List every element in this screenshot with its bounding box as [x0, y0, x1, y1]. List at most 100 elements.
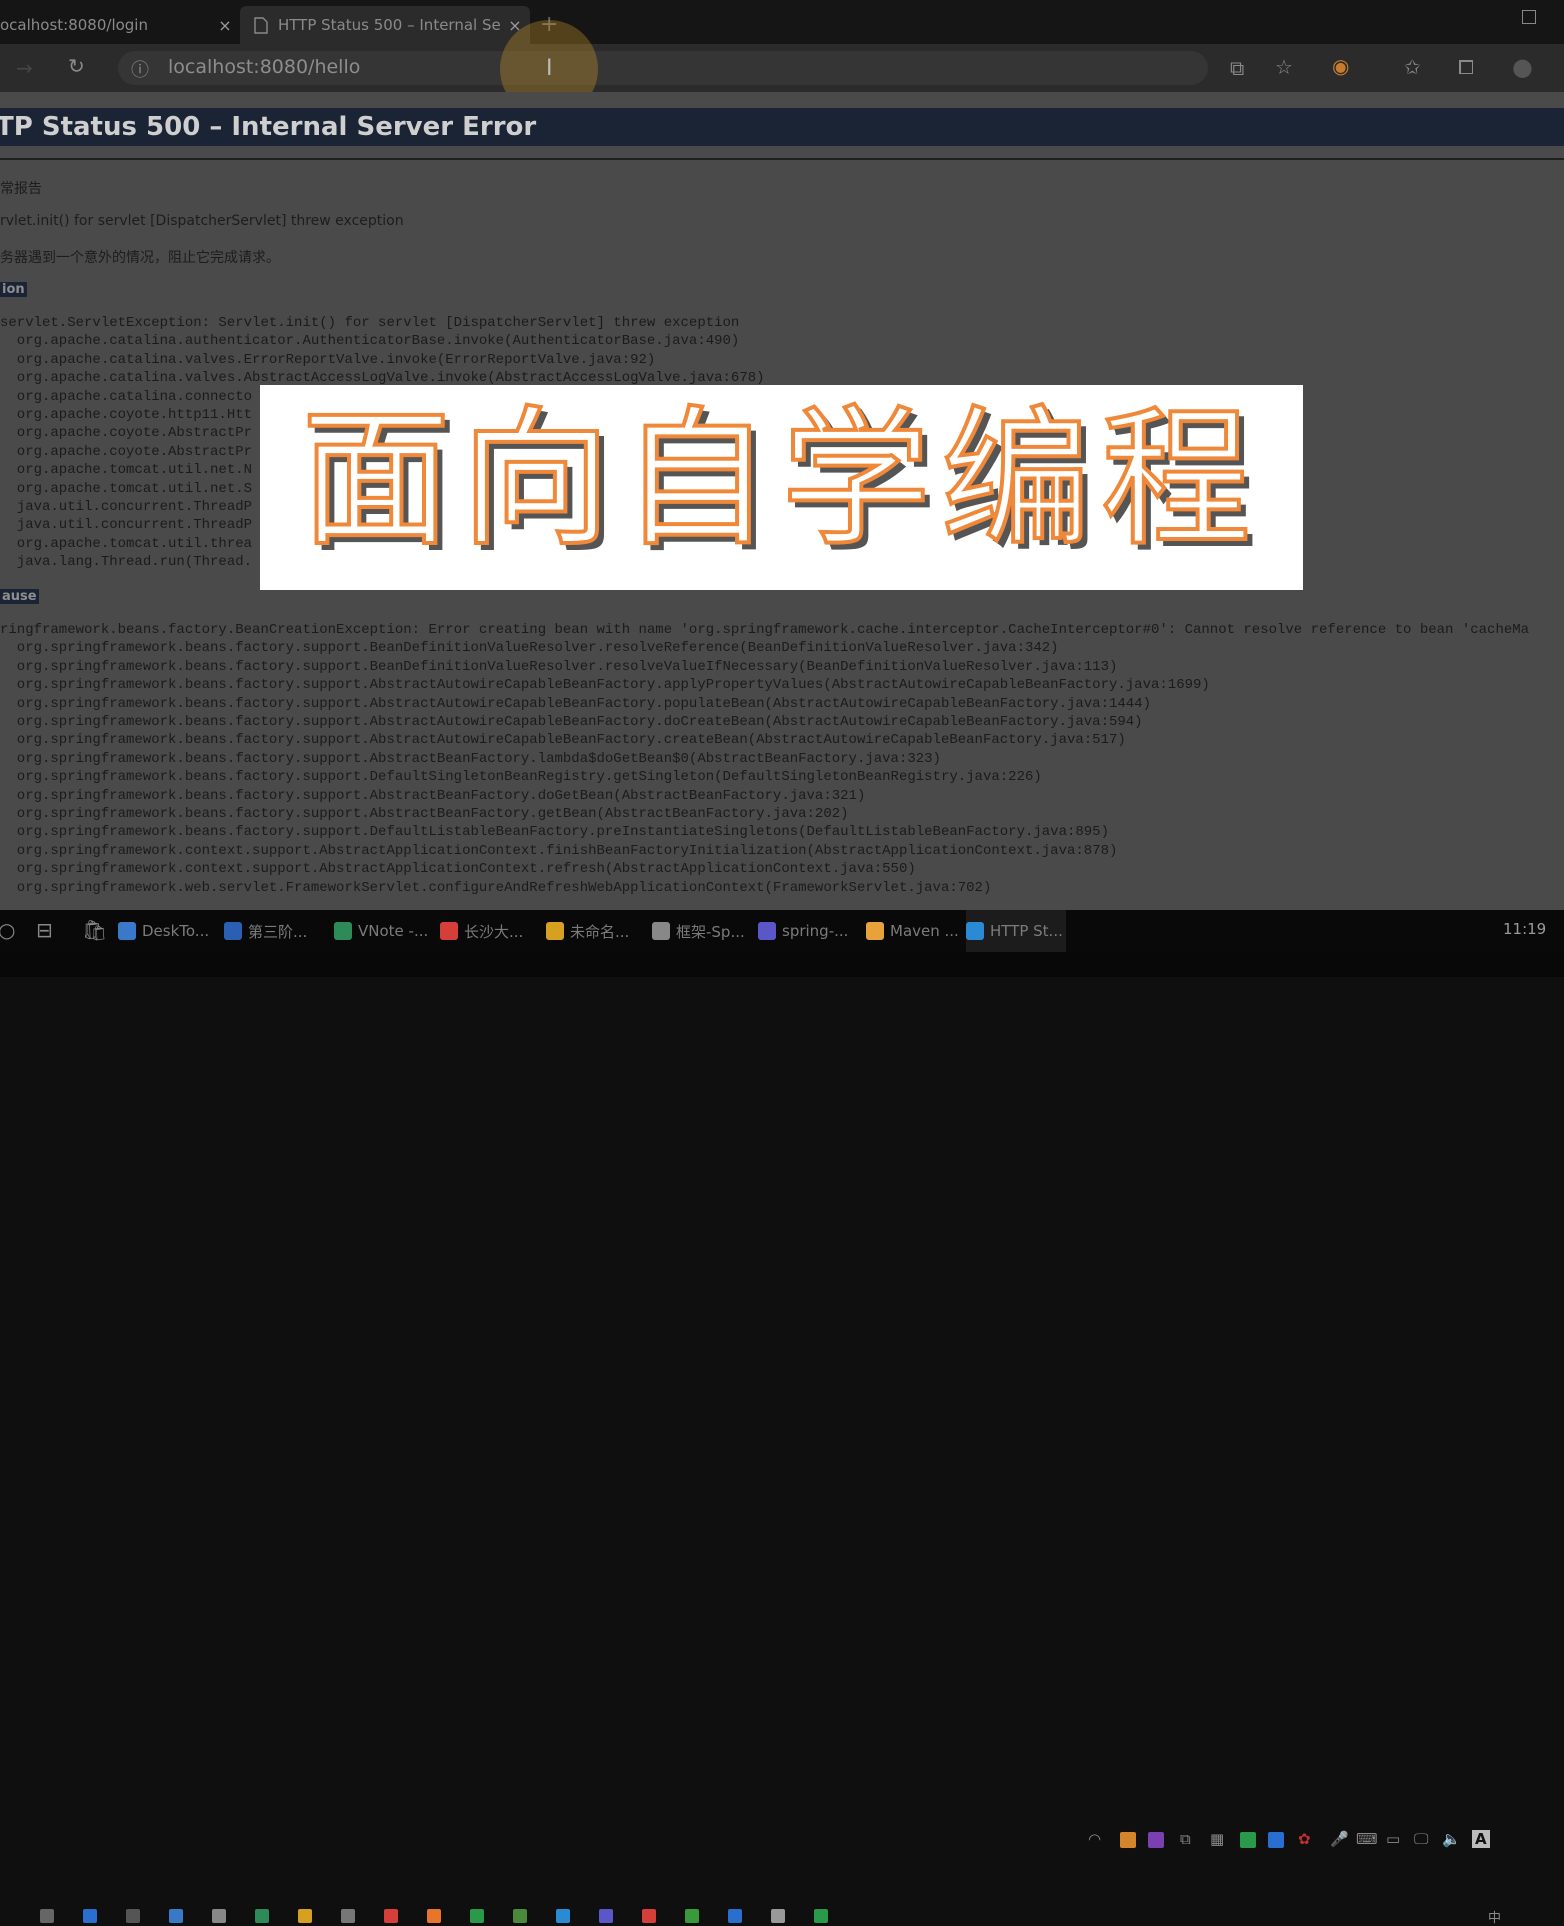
pinned-app-icon[interactable] [255, 1909, 269, 1923]
taskbar-item[interactable]: 框架-Sp... [652, 910, 752, 952]
tray-app-icon[interactable] [1120, 1832, 1136, 1848]
close-tab-icon[interactable]: × [210, 16, 240, 35]
trace-line: org.apache.catalina.authenticator.Authen… [0, 333, 740, 350]
pinned-app-icon[interactable] [384, 1909, 398, 1923]
profile-icon[interactable]: ● [1512, 53, 1533, 81]
keyboard-icon[interactable]: ⌨ [1356, 1830, 1378, 1848]
svg-text:面向自学编程: 面向自学编程 [301, 393, 1261, 567]
trace-line: org.springframework.beans.factory.suppor… [0, 640, 1059, 657]
pinned-app-icon[interactable] [427, 1909, 441, 1923]
pinned-app-icon[interactable] [83, 1909, 97, 1923]
pinned-app-icon[interactable] [814, 1909, 828, 1923]
watermark-banner: 面向自学编程 面向自学编程 [260, 385, 1303, 590]
favorite-star-icon[interactable]: ☆ [1275, 55, 1293, 79]
taskbar-item[interactable]: VNote -... [334, 910, 434, 952]
pinned-app-icon[interactable] [212, 1909, 226, 1923]
exception-label: ion [0, 282, 27, 297]
taskbar-item-label: spring-... [782, 922, 849, 940]
trace-line: org.springframework.beans.factory.suppor… [0, 769, 1042, 786]
trace-line: org.springframework.context.support.Abst… [0, 861, 916, 878]
taskbar-item[interactable]: 第三阶... [224, 910, 328, 952]
pinned-app-icon[interactable] [40, 1909, 54, 1923]
pinned-app-icon[interactable] [556, 1909, 570, 1923]
store-icon[interactable]: 🛍 [82, 918, 107, 942]
taskbar-item[interactable]: spring-... [758, 910, 858, 952]
microphone-icon[interactable]: 🎤 [1330, 1830, 1349, 1848]
chrome-extension-icon[interactable]: ◉ [1332, 54, 1349, 78]
window-restore-icon[interactable] [1522, 10, 1536, 24]
app-icon [440, 922, 458, 940]
info-icon[interactable]: ⓘ [131, 56, 149, 82]
tray-app-icon[interactable] [1240, 1832, 1256, 1848]
pinned-app-icon[interactable] [470, 1909, 484, 1923]
collections-icon[interactable]: ⧠ [1458, 55, 1474, 79]
pinned-app-icon[interactable] [771, 1909, 785, 1923]
favorites-icon[interactable]: ✩ [1404, 55, 1421, 79]
pinned-app-icon[interactable] [341, 1909, 355, 1923]
app-icon [334, 922, 352, 940]
tray-app-icon[interactable]: ✿ [1298, 1830, 1311, 1848]
trace-line: org.springframework.beans.factory.suppor… [0, 658, 1118, 675]
trace-line: org.springframework.beans.factory.suppor… [0, 824, 1109, 841]
forward-icon[interactable]: → [16, 56, 33, 80]
taskbar-item[interactable]: 未命名... [546, 910, 646, 952]
tray-app-icon[interactable] [1268, 1832, 1284, 1848]
trace-line: org.springframework.beans.factory.suppor… [0, 806, 849, 823]
reload-icon[interactable]: ↻ [68, 54, 85, 78]
taskbar-item[interactable]: 长沙大... [440, 910, 540, 952]
trace-line: org.springframework.beans.factory.suppor… [0, 677, 1210, 694]
read-aloud-icon[interactable]: ⧉ [1230, 56, 1244, 80]
pinned-app-icon[interactable] [599, 1909, 613, 1923]
tab-title: ocalhost:8080/login [0, 16, 148, 34]
trace-line: org.springframework.beans.factory.suppor… [0, 714, 1143, 731]
taskbar-item[interactable]: DeskTo... [118, 910, 218, 952]
trace-line: org.springframework.context.support.Abst… [0, 842, 1118, 859]
tray-grid-icon[interactable]: ▦ [1210, 1830, 1224, 1848]
network-icon[interactable]: 🖵 [1414, 1830, 1428, 1848]
taskbar: ○ ⊟ 🛍 DeskTo... 第三阶... VNote -... 长沙大... 未命名… [0, 910, 1564, 1848]
taskbar-item[interactable]: HTTP St... [966, 910, 1066, 954]
onenote-icon[interactable] [1148, 1832, 1164, 1848]
type-line: 常报告 [0, 181, 42, 197]
input-indicator[interactable]: A [1472, 1830, 1490, 1848]
cause-trace: ringframework.beans.factory.BeanCreation… [0, 621, 1529, 897]
trace-line: org.springframework.beans.factory.suppor… [0, 750, 941, 767]
taskbar-item-label: VNote -... [358, 922, 429, 940]
pinned-app-icon[interactable] [169, 1909, 183, 1923]
taskbar-item[interactable]: Maven ... [866, 910, 960, 952]
trace-line: org.apache.catalina.valves.ErrorReportVa… [0, 351, 656, 368]
page-title: TP Status 500 – Internal Server Error [0, 108, 1564, 146]
trace-line: org.springframework.beans.factory.suppor… [0, 695, 1151, 712]
ime-indicator[interactable]: 中 [1488, 1907, 1501, 1926]
wifi-icon[interactable]: ◠ [1088, 1830, 1101, 1848]
pinned-app-icon[interactable] [728, 1909, 742, 1923]
taskbar-item-label: DeskTo... [142, 922, 210, 940]
taskbar-item-label: HTTP St... [990, 922, 1063, 940]
url-text[interactable]: localhost:8080/hello [168, 56, 360, 78]
battery-icon[interactable]: ▭ [1386, 1830, 1400, 1848]
pinned-app-icon[interactable] [298, 1909, 312, 1923]
app-icon [118, 922, 136, 940]
watermark-logo: 面向自学编程 面向自学编程 [299, 391, 1261, 574]
description-line: 务器遇到一个意外的情况，阻止它完成请求。 [0, 250, 280, 266]
tab-http-status-500[interactable]: HTTP Status 500 – Internal Serve × [240, 6, 530, 44]
trace-line: org.springframework.beans.factory.suppor… [0, 732, 1126, 749]
divider [0, 158, 1564, 160]
pinned-app-icon[interactable] [685, 1909, 699, 1923]
pinned-app-icon[interactable] [513, 1909, 527, 1923]
volume-icon[interactable]: 🔈 [1442, 1830, 1461, 1848]
taskbar-item-label: Maven ... [890, 922, 959, 940]
clock[interactable]: 11:19 [1503, 920, 1546, 938]
app-icon [866, 922, 884, 940]
app-icon [758, 922, 776, 940]
pinned-app-icon[interactable] [642, 1909, 656, 1923]
trace-line: servlet.ServletException: Servlet.init()… [0, 315, 740, 331]
pinned-app-icon[interactable] [126, 1909, 140, 1923]
search-icon[interactable]: ○ [0, 918, 15, 942]
copy-icon[interactable]: ⧉ [1180, 1830, 1191, 1848]
task-view-icon[interactable]: ⊟ [36, 918, 53, 942]
app-icon [224, 922, 242, 940]
app-icon [966, 922, 984, 940]
tab-login[interactable]: ocalhost:8080/login × [0, 6, 240, 44]
trace-line: ringframework.beans.factory.BeanCreation… [0, 622, 1530, 638]
